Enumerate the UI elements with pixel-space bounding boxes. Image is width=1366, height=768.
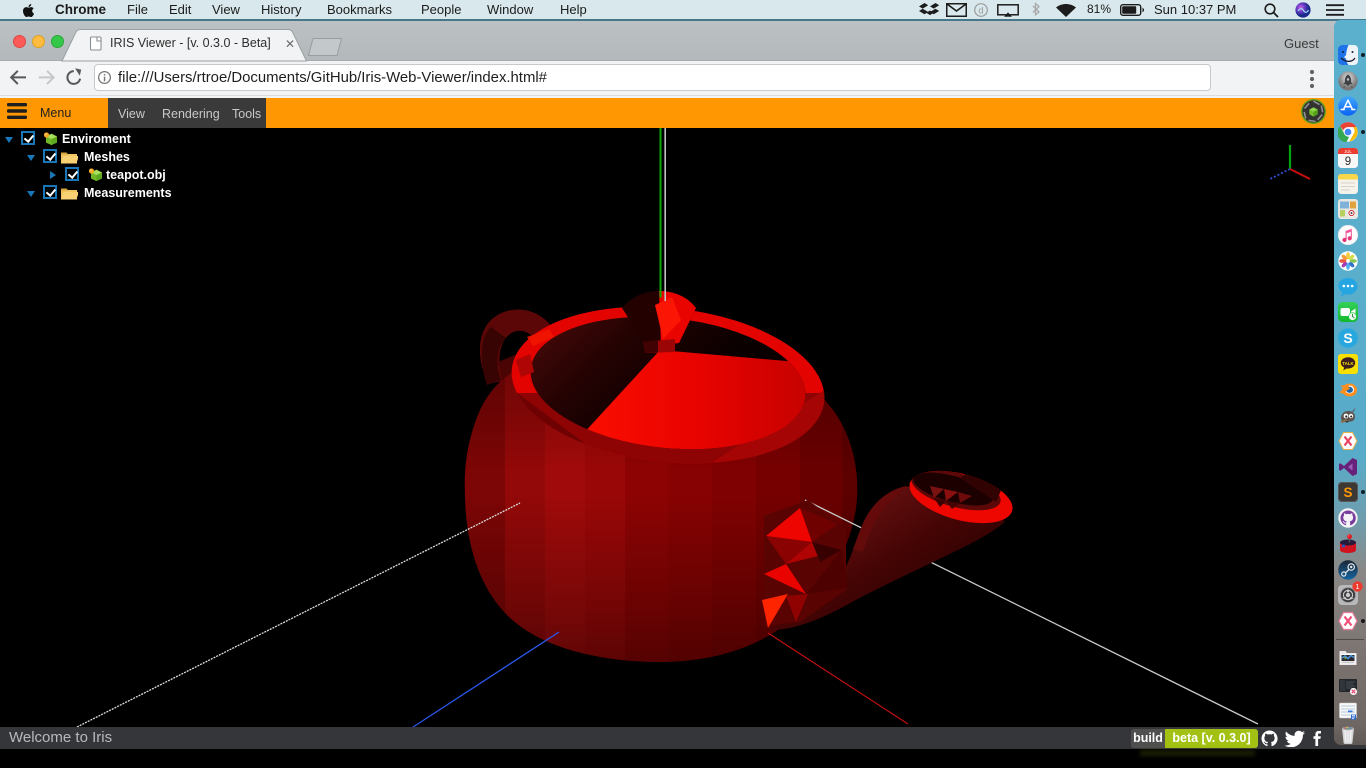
- svg-text:1: 1: [1356, 584, 1360, 591]
- svg-text:d: d: [978, 5, 983, 16]
- svg-text:9: 9: [1345, 156, 1351, 168]
- svg-text:S: S: [1343, 485, 1352, 500]
- svg-text:TALK: TALK: [1342, 361, 1354, 366]
- svg-text:S: S: [1343, 330, 1352, 346]
- svg-text:JUL: JUL: [1344, 149, 1352, 154]
